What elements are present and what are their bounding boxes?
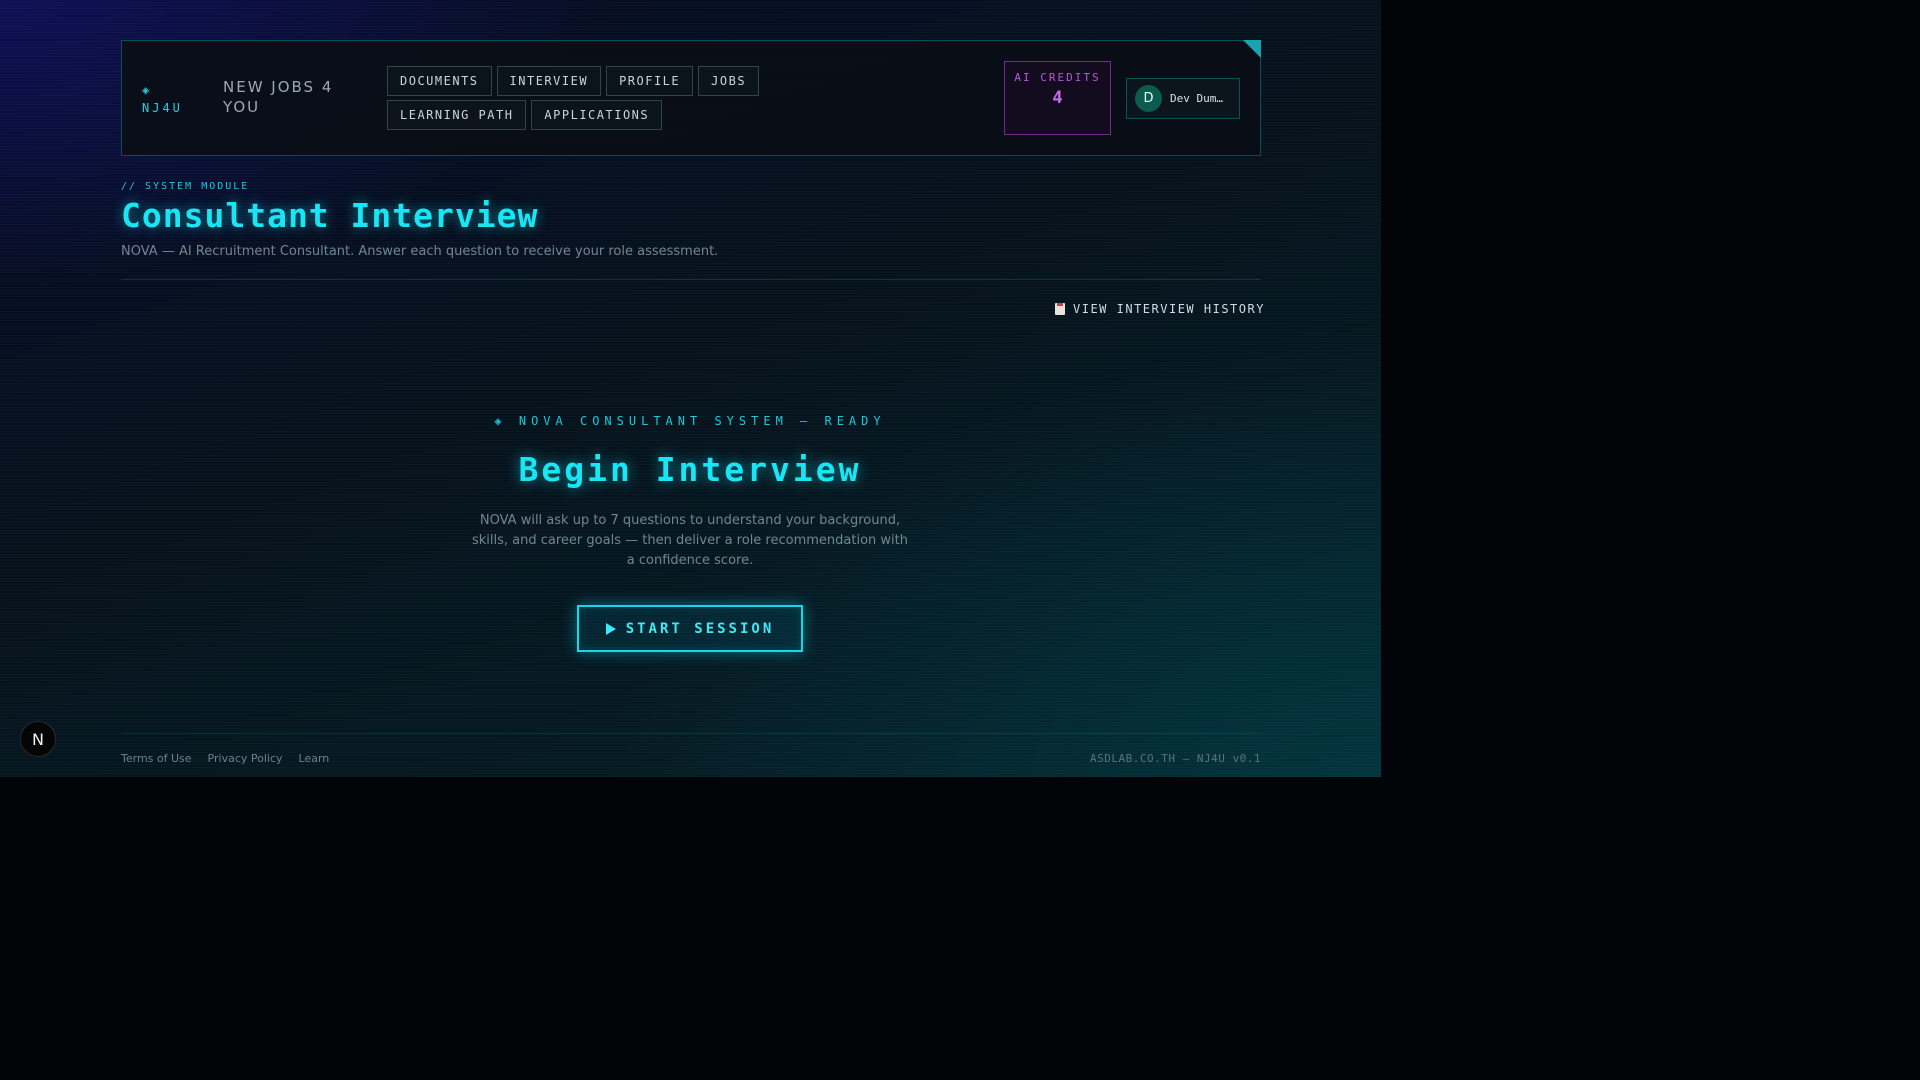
module-tag: // SYSTEM MODULE [121, 181, 250, 192]
play-icon [605, 622, 616, 635]
brand-tagline: NEW JOBS 4 YOU [223, 78, 334, 116]
start-session-label: START SESSION [625, 620, 775, 637]
ai-credits-badge: AI CREDITS 4 [1004, 61, 1111, 135]
brand-logo[interactable]: ◈ NJ4U [142, 81, 192, 117]
footer-link-terms[interactable]: Terms of Use [121, 752, 192, 765]
footer-link-privacy[interactable]: Privacy Policy [208, 752, 283, 765]
app-viewport: ◈ NJ4U NEW JOBS 4 YOU DOCUMENTS INTERVIE… [0, 0, 1381, 777]
ai-credits-label: AI CREDITS [1014, 71, 1101, 84]
dev-tools-badge[interactable]: N [20, 721, 56, 757]
user-menu[interactable]: D Dev Dum… [1126, 78, 1240, 119]
nav-link-interview[interactable]: INTERVIEW [496, 66, 602, 96]
page-title: Consultant Interview [121, 196, 539, 235]
clipboard-icon [1055, 303, 1065, 315]
top-navbar: ◈ NJ4U NEW JOBS 4 YOU DOCUMENTS INTERVIE… [121, 40, 1261, 156]
nav-links: DOCUMENTS INTERVIEW PROFILE JOBS LEARNIN… [387, 66, 887, 130]
footer-version: ASDLAB.CO.TH — NJ4U v0.1 [1090, 752, 1261, 765]
nav-link-profile[interactable]: PROFILE [606, 66, 694, 96]
nav-link-applications[interactable]: APPLICATIONS [531, 100, 663, 130]
view-history-link[interactable]: VIEW INTERVIEW HISTORY [1055, 302, 1265, 316]
page-subtitle: NOVA — AI Recruitment Consultant. Answer… [121, 244, 719, 259]
view-history-label: VIEW INTERVIEW HISTORY [1073, 302, 1265, 316]
header-divider [121, 279, 1261, 280]
interview-description: NOVA will ask up to 7 questions to under… [472, 513, 908, 568]
system-status: ◈ NOVA CONSULTANT SYSTEM — READY [494, 414, 886, 428]
avatar: D [1135, 85, 1162, 112]
user-name: Dev Dum… [1170, 92, 1223, 105]
footer-links: Terms of Use Privacy Policy Learn [121, 752, 329, 765]
footer-link-learn[interactable]: Learn [299, 752, 330, 765]
nav-link-documents[interactable]: DOCUMENTS [387, 66, 492, 96]
interview-start-panel: ◈ NOVA CONSULTANT SYSTEM — READY Begin I… [450, 414, 930, 652]
begin-heading: Begin Interview [518, 450, 862, 489]
footer-divider [121, 733, 1261, 734]
start-session-button[interactable]: START SESSION [577, 605, 803, 652]
corner-accent [1243, 40, 1261, 58]
nav-link-jobs[interactable]: JOBS [698, 66, 760, 96]
ai-credits-value: 4 [1052, 88, 1063, 108]
nav-link-learning-path[interactable]: LEARNING PATH [387, 100, 527, 130]
